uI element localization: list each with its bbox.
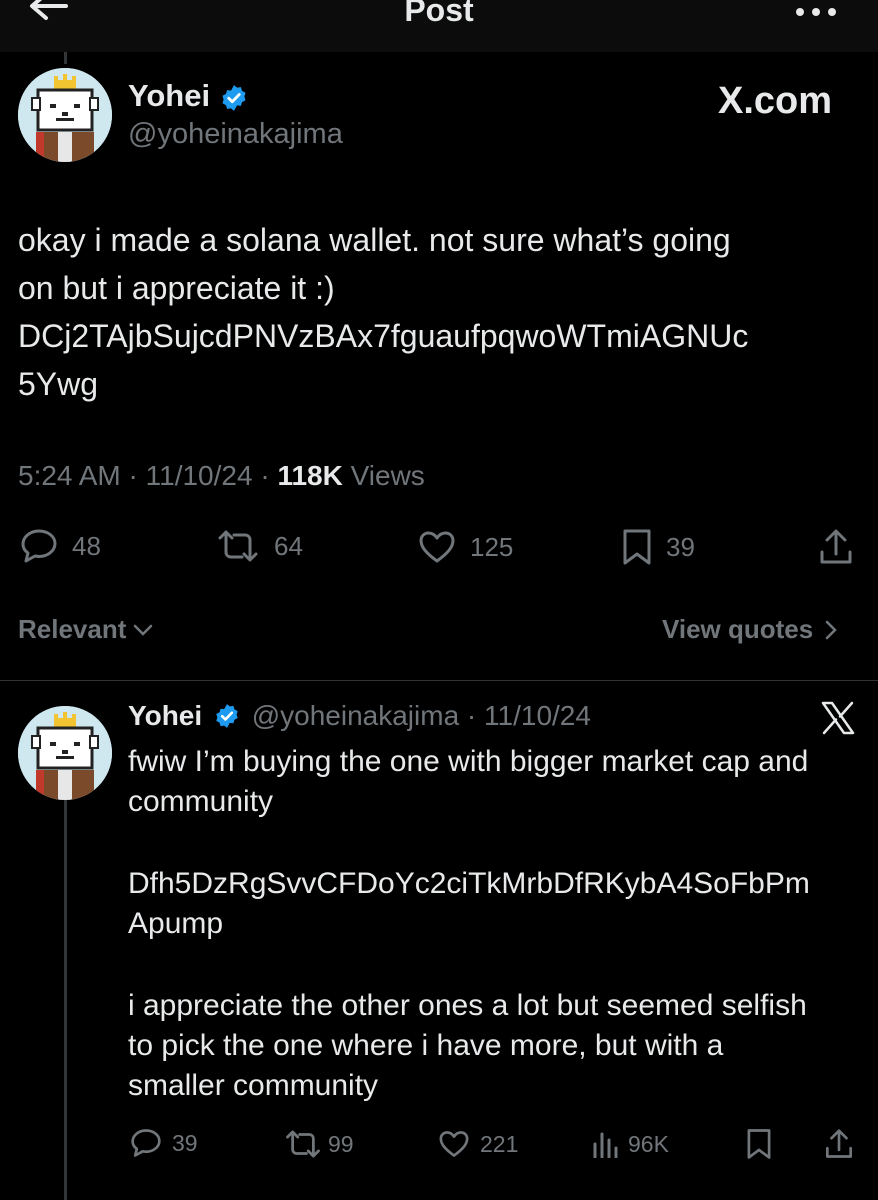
reply-share-button[interactable]	[824, 1128, 854, 1160]
reply-repost-button[interactable]: 99	[284, 1130, 354, 1158]
wallet-address-line: DCj2TAjbSujcdPNVzBAx7fguaufpqwoWTmiAGNUc	[18, 318, 749, 354]
reply-repost-count: 99	[328, 1130, 354, 1157]
reply-like-button[interactable]: 221	[438, 1130, 518, 1158]
avatar[interactable]	[18, 68, 112, 162]
share-icon	[826, 1129, 852, 1158]
post-text-line: okay i made a solana wallet. not sure wh…	[18, 222, 731, 258]
views-chart-icon	[593, 1132, 618, 1158]
like-button[interactable]: 125	[418, 530, 513, 564]
contract-address-line: Dfh5DzRgSvvCFDoYc2ciTkMrbDfRKybA4SoFbPm	[128, 867, 810, 900]
thread-line-top	[64, 52, 67, 64]
heart-icon	[439, 1131, 469, 1157]
reply-button[interactable]: 48	[20, 528, 101, 564]
reply-reply-button[interactable]: 39	[130, 1128, 198, 1158]
pixel-cat-avatar-image	[18, 706, 112, 800]
bookmark-icon	[747, 1129, 771, 1159]
reply-author-handle[interactable]: @yoheinakajima	[252, 700, 459, 731]
verified-badge-icon	[222, 85, 246, 111]
bookmark-icon	[623, 529, 651, 565]
repost-button[interactable]: 64	[216, 530, 303, 562]
reply-avatar[interactable]	[18, 706, 112, 800]
post-text: okay i made a solana wallet. not sure wh…	[18, 216, 863, 408]
reply-like-count: 221	[480, 1130, 519, 1157]
thread-line-reply	[64, 800, 67, 1200]
like-count: 125	[470, 531, 514, 562]
author-name[interactable]: Yohei	[128, 78, 210, 114]
reply-bookmark-button[interactable]	[746, 1128, 772, 1160]
reply-views-button[interactable]: 96K	[592, 1130, 669, 1158]
reply-icon	[21, 529, 57, 563]
post-time[interactable]: 5:24 AM	[18, 460, 121, 491]
reply-text-line: smaller community	[128, 1069, 379, 1102]
repost-icon	[218, 530, 258, 562]
repost-icon	[286, 1130, 320, 1158]
post-text-line: on but i appreciate it :)	[18, 270, 335, 306]
reply-text-line: i appreciate the other ones a lot but se…	[128, 989, 807, 1022]
author-handle[interactable]: @yoheinakajima	[128, 118, 343, 151]
reply-text-line: community	[128, 785, 274, 818]
wallet-address-line: 5Ywg	[18, 366, 99, 402]
top-bar: Post	[0, 0, 878, 52]
chevron-down-icon	[134, 624, 153, 636]
reply-text-line: fwiw I’m buying the one with bigger mark…	[128, 745, 809, 778]
meta-separator: ·	[260, 460, 270, 491]
share-button[interactable]	[818, 528, 854, 566]
heart-icon	[419, 531, 455, 563]
reply-header: Yohei @yoheinakajima · 11/10/24	[128, 700, 591, 732]
contract-address-line: Apump	[128, 907, 224, 940]
post-meta: 5:24 AM · 11/10/24 · 118K Views	[18, 460, 425, 492]
reply-author-name[interactable]: Yohei	[128, 700, 202, 731]
verified-badge-icon	[216, 704, 238, 728]
views-count[interactable]: 118K	[277, 460, 342, 491]
share-icon	[820, 529, 852, 564]
post-date[interactable]: 11/10/24	[146, 460, 253, 491]
reply-date[interactable]: 11/10/24	[484, 700, 591, 731]
bookmark-button[interactable]: 39	[622, 528, 695, 566]
brand-label: X.com	[718, 80, 833, 122]
meta-separator: ·	[128, 460, 138, 491]
page-title: Post	[404, 0, 474, 28]
sort-relevant-label: Relevant	[18, 614, 127, 644]
reply-text: fwiw I’m buying the one with bigger mark…	[128, 742, 868, 1106]
x-logo-icon	[821, 701, 855, 735]
reply-reply-count: 39	[172, 1129, 198, 1156]
more-options-icon[interactable]	[794, 0, 838, 24]
reply-views-count: 96K	[628, 1130, 669, 1157]
reply-text-line: to pick the one where i have more, but w…	[128, 1029, 724, 1062]
view-quotes-label: View quotes	[662, 614, 814, 644]
meta-separator: ·	[466, 700, 477, 731]
bookmark-count: 39	[666, 531, 695, 562]
sort-relevant-dropdown[interactable]: Relevant	[18, 614, 154, 645]
views-label: Views	[350, 460, 425, 491]
reply-count: 48	[72, 530, 101, 561]
chevron-right-icon	[825, 620, 838, 639]
view-quotes-link[interactable]: View quotes	[662, 614, 839, 645]
section-divider	[0, 680, 878, 681]
repost-count: 64	[274, 530, 303, 561]
pixel-cat-avatar-image	[18, 68, 112, 162]
reply-icon	[131, 1129, 161, 1157]
